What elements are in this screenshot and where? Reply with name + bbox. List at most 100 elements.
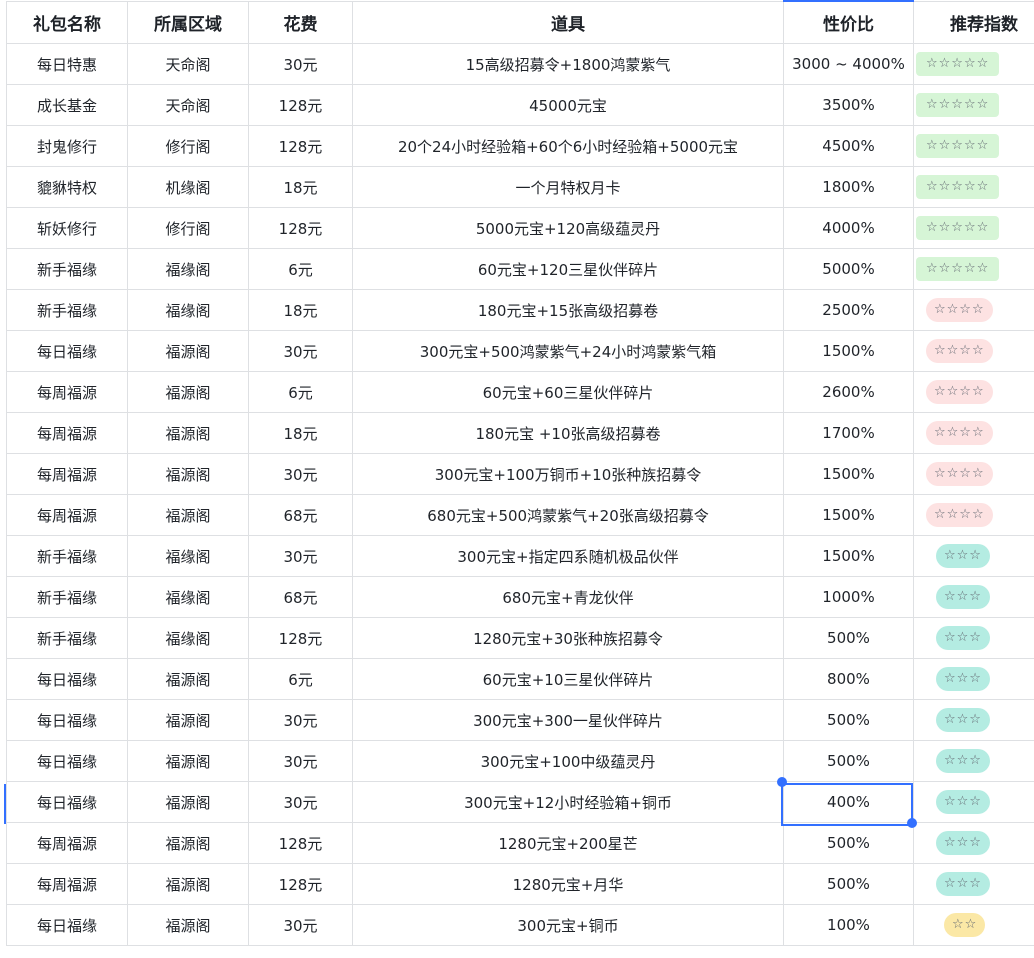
cell-items[interactable]: 45000元宝: [352, 84, 784, 126]
cell-area[interactable]: 福源阁: [127, 330, 249, 372]
cell-cost[interactable]: 18元: [248, 289, 353, 331]
cell-items[interactable]: 300元宝+100中级蕴灵丹: [352, 740, 784, 782]
cell-items[interactable]: 300元宝+500鸿蒙紫气+24小时鸿蒙紫气箱: [352, 330, 784, 372]
cell-value[interactable]: 3500%: [783, 84, 914, 126]
column-header-name[interactable]: 礼包名称: [6, 0, 128, 44]
cell-rating[interactable]: ☆☆☆: [913, 781, 1034, 823]
cell-cost[interactable]: 30元: [248, 740, 353, 782]
cell-cost[interactable]: 30元: [248, 904, 353, 946]
cell-items[interactable]: 300元宝+100万铜币+10张种族招募令: [352, 453, 784, 495]
cell-value[interactable]: 500%: [783, 740, 914, 782]
cell-value[interactable]: 500%: [783, 863, 914, 905]
cell-name[interactable]: 貔貅特权: [6, 166, 128, 208]
cell-area[interactable]: 福缘阁: [127, 617, 249, 659]
cell-cost[interactable]: 128元: [248, 125, 353, 167]
cell-name[interactable]: 每日特惠: [6, 43, 128, 85]
column-header-cost[interactable]: 花费: [248, 0, 353, 44]
cell-area[interactable]: 福源阁: [127, 699, 249, 741]
cell-area[interactable]: 福源阁: [127, 863, 249, 905]
cell-rating[interactable]: ☆☆☆: [913, 822, 1034, 864]
cell-value[interactable]: 2600%: [783, 371, 914, 413]
cell-name[interactable]: 成长基金: [6, 84, 128, 126]
selection-fill-handle[interactable]: [907, 818, 917, 828]
cell-rating[interactable]: ☆☆☆☆☆: [913, 207, 1034, 249]
cell-items[interactable]: 1280元宝+月华: [352, 863, 784, 905]
cell-items[interactable]: 300元宝+指定四系随机极品伙伴: [352, 535, 784, 577]
cell-rating[interactable]: ☆☆☆: [913, 535, 1034, 577]
cell-value[interactable]: 1700%: [783, 412, 914, 454]
cell-items[interactable]: 1280元宝+30张种族招募令: [352, 617, 784, 659]
cell-cost[interactable]: 30元: [248, 453, 353, 495]
cell-rating[interactable]: ☆☆☆☆: [913, 494, 1034, 536]
cell-cost[interactable]: 128元: [248, 822, 353, 864]
cell-cost[interactable]: 128元: [248, 617, 353, 659]
cell-area[interactable]: 福源阁: [127, 494, 249, 536]
cell-rating[interactable]: ☆☆☆☆☆: [913, 125, 1034, 167]
cell-rating[interactable]: ☆☆☆☆: [913, 453, 1034, 495]
cell-area[interactable]: 机缘阁: [127, 166, 249, 208]
cell-area[interactable]: 福缘阁: [127, 535, 249, 577]
cell-items[interactable]: 1280元宝+200星芒: [352, 822, 784, 864]
cell-rating[interactable]: ☆☆☆: [913, 740, 1034, 782]
cell-value[interactable]: 400%: [783, 781, 914, 823]
cell-items[interactable]: 20个24小时经验箱+60个6小时经验箱+5000元宝: [352, 125, 784, 167]
cell-value[interactable]: 1500%: [783, 453, 914, 495]
cell-items[interactable]: 60元宝+120三星伙伴碎片: [352, 248, 784, 290]
cell-rating[interactable]: ☆☆☆: [913, 617, 1034, 659]
cell-name[interactable]: 新手福缘: [6, 617, 128, 659]
cell-name[interactable]: 每周福源: [6, 453, 128, 495]
cell-rating[interactable]: ☆☆☆☆☆: [913, 43, 1034, 85]
cell-name[interactable]: 每日福缘: [6, 658, 128, 700]
cell-cost[interactable]: 30元: [248, 330, 353, 372]
selection-handle-top-left[interactable]: [777, 777, 787, 787]
cell-name[interactable]: 新手福缘: [6, 576, 128, 618]
cell-name[interactable]: 新手福缘: [6, 535, 128, 577]
cell-name[interactable]: 新手福缘: [6, 289, 128, 331]
cell-items[interactable]: 5000元宝+120高级蕴灵丹: [352, 207, 784, 249]
cell-cost[interactable]: 30元: [248, 699, 353, 741]
cell-name[interactable]: 每日福缘: [6, 699, 128, 741]
cell-value[interactable]: 2500%: [783, 289, 914, 331]
cell-area[interactable]: 天命阁: [127, 43, 249, 85]
column-header-rating[interactable]: 推荐指数: [913, 0, 1034, 44]
cell-area[interactable]: 福源阁: [127, 658, 249, 700]
column-header-items[interactable]: 道具: [352, 0, 784, 44]
cell-name[interactable]: 每日福缘: [6, 740, 128, 782]
cell-cost[interactable]: 128元: [248, 84, 353, 126]
cell-area[interactable]: 修行阁: [127, 125, 249, 167]
cell-value[interactable]: 4000%: [783, 207, 914, 249]
column-header-value[interactable]: 性价比: [783, 0, 914, 44]
cell-value[interactable]: 1800%: [783, 166, 914, 208]
cell-area[interactable]: 福源阁: [127, 453, 249, 495]
cell-cost[interactable]: 30元: [248, 781, 353, 823]
cell-name[interactable]: 封鬼修行: [6, 125, 128, 167]
cell-value[interactable]: 800%: [783, 658, 914, 700]
cell-items[interactable]: 60元宝+60三星伙伴碎片: [352, 371, 784, 413]
cell-items[interactable]: 680元宝+500鸿蒙紫气+20张高级招募令: [352, 494, 784, 536]
cell-cost[interactable]: 6元: [248, 658, 353, 700]
cell-name[interactable]: 每周福源: [6, 412, 128, 454]
cell-rating[interactable]: ☆☆☆☆: [913, 289, 1034, 331]
cell-name[interactable]: 斩妖修行: [6, 207, 128, 249]
cell-name[interactable]: 每周福源: [6, 863, 128, 905]
cell-area[interactable]: 福缘阁: [127, 289, 249, 331]
cell-name[interactable]: 每日福缘: [6, 781, 128, 823]
cell-cost[interactable]: 6元: [248, 248, 353, 290]
cell-value[interactable]: 500%: [783, 617, 914, 659]
cell-value[interactable]: 1500%: [783, 535, 914, 577]
cell-name[interactable]: 新手福缘: [6, 248, 128, 290]
cell-area[interactable]: 福源阁: [127, 781, 249, 823]
cell-items[interactable]: 180元宝 +10张高级招募卷: [352, 412, 784, 454]
cell-rating[interactable]: ☆☆☆☆☆: [913, 166, 1034, 208]
cell-cost[interactable]: 30元: [248, 535, 353, 577]
cell-cost[interactable]: 128元: [248, 863, 353, 905]
cell-value[interactable]: 1500%: [783, 494, 914, 536]
cell-area[interactable]: 福源阁: [127, 412, 249, 454]
cell-value[interactable]: 4500%: [783, 125, 914, 167]
cell-value[interactable]: 5000%: [783, 248, 914, 290]
cell-name[interactable]: 每日福缘: [6, 330, 128, 372]
cell-items[interactable]: 60元宝+10三星伙伴碎片: [352, 658, 784, 700]
cell-items[interactable]: 300元宝+铜币: [352, 904, 784, 946]
cell-rating[interactable]: ☆☆☆: [913, 576, 1034, 618]
column-header-area[interactable]: 所属区域: [127, 0, 249, 44]
